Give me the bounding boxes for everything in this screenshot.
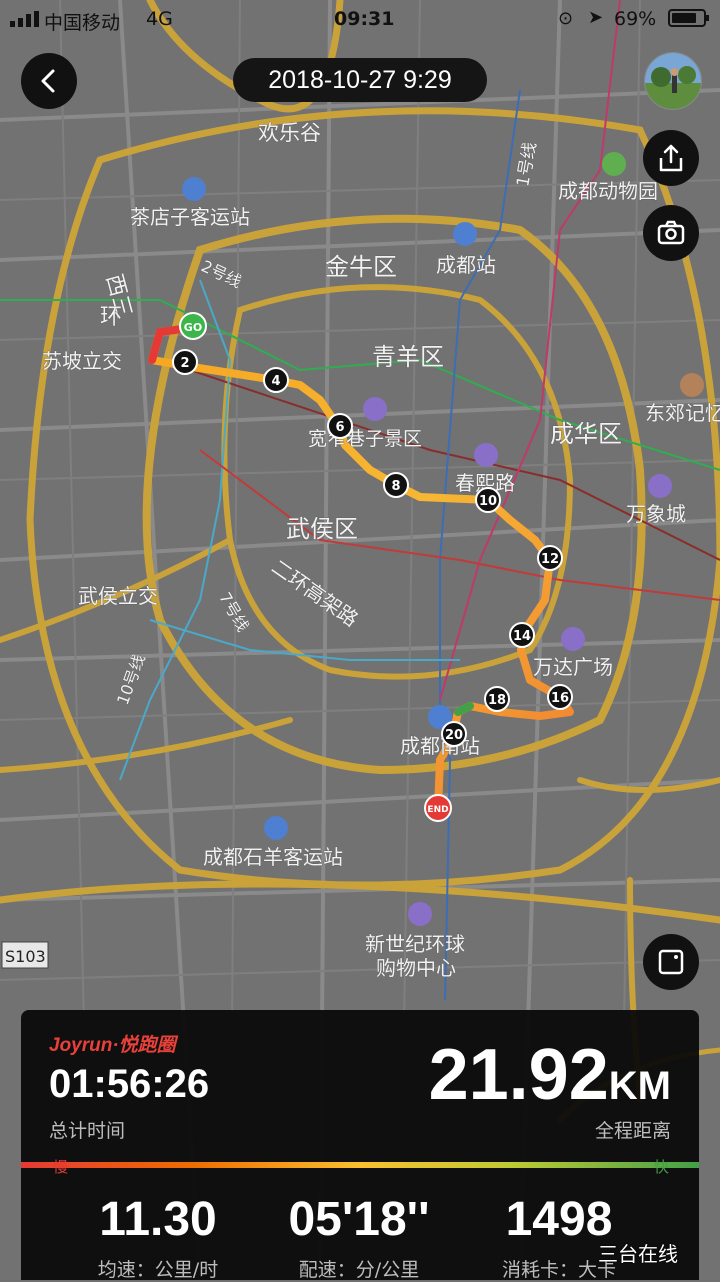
svg-text:2: 2 (180, 356, 189, 371)
signal-icon (10, 11, 39, 27)
map-label-wanda: 万达广场 (533, 655, 613, 679)
map-label-chadianzi: 茶店子客运站 (130, 205, 250, 229)
svg-text:S103: S103 (5, 947, 46, 966)
map-label-xinshiji-b: 购物中心 (376, 956, 456, 980)
map-label-dongjiaoji: 东郊记忆 (645, 401, 720, 425)
pace-legend-bar (21, 1162, 699, 1168)
svg-text:18: 18 (488, 693, 506, 708)
battery-percent: 69% (614, 8, 657, 30)
map-label-chengduzhan: 成都站 (436, 253, 496, 277)
map-label-jinniu: 金牛区 (325, 253, 397, 281)
map-layer-icon (658, 949, 684, 975)
total-duration-label: 总计时间 (49, 1120, 126, 1142)
map-label-supolijiao: 苏坡立交 (42, 349, 122, 373)
map-label-wanxiangcheng: 万象城 (626, 502, 686, 526)
km-marker: 4 (263, 367, 289, 393)
brand-logo: Joyrun·悦跑圈 (49, 1035, 176, 1056)
svg-text:12: 12 (541, 552, 559, 567)
rotation-lock-icon: ⊙ (558, 8, 574, 29)
km-marker: 12 (537, 545, 563, 571)
map-label-wuhou: 武侯区 (286, 515, 358, 543)
km-marker: 6 (327, 413, 353, 439)
map-label-nanzhan: 成都南站 (400, 734, 480, 758)
map-label-xisanhuan-b: 环 (100, 305, 122, 330)
watermark: 三台在线 (598, 1242, 678, 1266)
camera-icon (657, 220, 685, 245)
map-label-wuhoulijiao: 武侯立交 (78, 584, 158, 608)
location-icon: ➤ (588, 7, 604, 28)
map-label-qingyang: 青羊区 (372, 343, 444, 371)
status-bar: 中国移动 4G 09:31 ⊙ ➤ 69% (0, 0, 720, 38)
svg-text:4: 4 (271, 374, 280, 389)
svg-text:20: 20 (445, 728, 463, 743)
km-marker: 8 (383, 472, 409, 498)
avatar[interactable] (644, 52, 702, 110)
km-marker: 16 (547, 684, 573, 710)
map-label-chenghua: 成华区 (550, 420, 622, 448)
clock: 09:31 (334, 8, 395, 30)
km-marker: 14 (509, 622, 535, 648)
total-duration: 01:56:26 (49, 1062, 210, 1106)
pace-legend-slow: 慢 (53, 1158, 69, 1176)
network-type: 4G (146, 8, 173, 30)
map-label-xinshiji-a: 新世纪环球 (365, 932, 465, 956)
km-marker: 18 (484, 686, 510, 712)
share-icon (659, 144, 683, 172)
svg-text:10: 10 (479, 494, 497, 509)
svg-text:END: END (427, 805, 448, 815)
svg-text:14: 14 (513, 629, 531, 644)
map-label-kuanzhai: 宽窄巷子景区 (308, 428, 422, 450)
start-marker: GO (179, 312, 207, 340)
svg-text:16: 16 (551, 691, 569, 706)
back-button[interactable] (21, 53, 77, 109)
camera-button[interactable] (643, 205, 699, 261)
end-marker: END (424, 794, 452, 822)
map-label-huanlegu: 欢乐谷 (258, 121, 321, 145)
average-pace: 05'18'' (288, 1193, 430, 1246)
distance-unit: KM (608, 1064, 671, 1108)
pace-legend-fast: 快 (653, 1158, 669, 1176)
run-datetime: 2018-10-27 9:29 (233, 58, 487, 102)
km-marker: 2 (172, 349, 198, 375)
km-marker: 10 (475, 487, 501, 513)
average-pace-label: 配速：分/公里 (298, 1259, 420, 1281)
map-label-shiyang: 成都石羊客运站 (203, 845, 343, 869)
svg-text:GO: GO (184, 321, 202, 334)
average-speed: 11.30 (99, 1193, 217, 1246)
chevron-left-icon (41, 69, 55, 93)
map-label-dongwuyuan: 成都动物园 (558, 179, 658, 203)
road-shield-s103: S103 (1, 941, 49, 969)
svg-text:8: 8 (391, 479, 400, 494)
distance-value: 21.92 (428, 1035, 609, 1115)
carrier-name: 中国移动 (44, 12, 121, 34)
svg-text:6: 6 (335, 420, 344, 435)
total-distance-label: 全程距离 (594, 1120, 671, 1142)
battery-icon (668, 9, 709, 27)
average-speed-label: 均速：公里/时 (97, 1259, 219, 1281)
share-button[interactable] (643, 130, 699, 186)
km-marker: 20 (441, 721, 467, 747)
total-distance: 21.92KM (429, 1034, 671, 1116)
map-layer-button[interactable] (643, 934, 699, 990)
